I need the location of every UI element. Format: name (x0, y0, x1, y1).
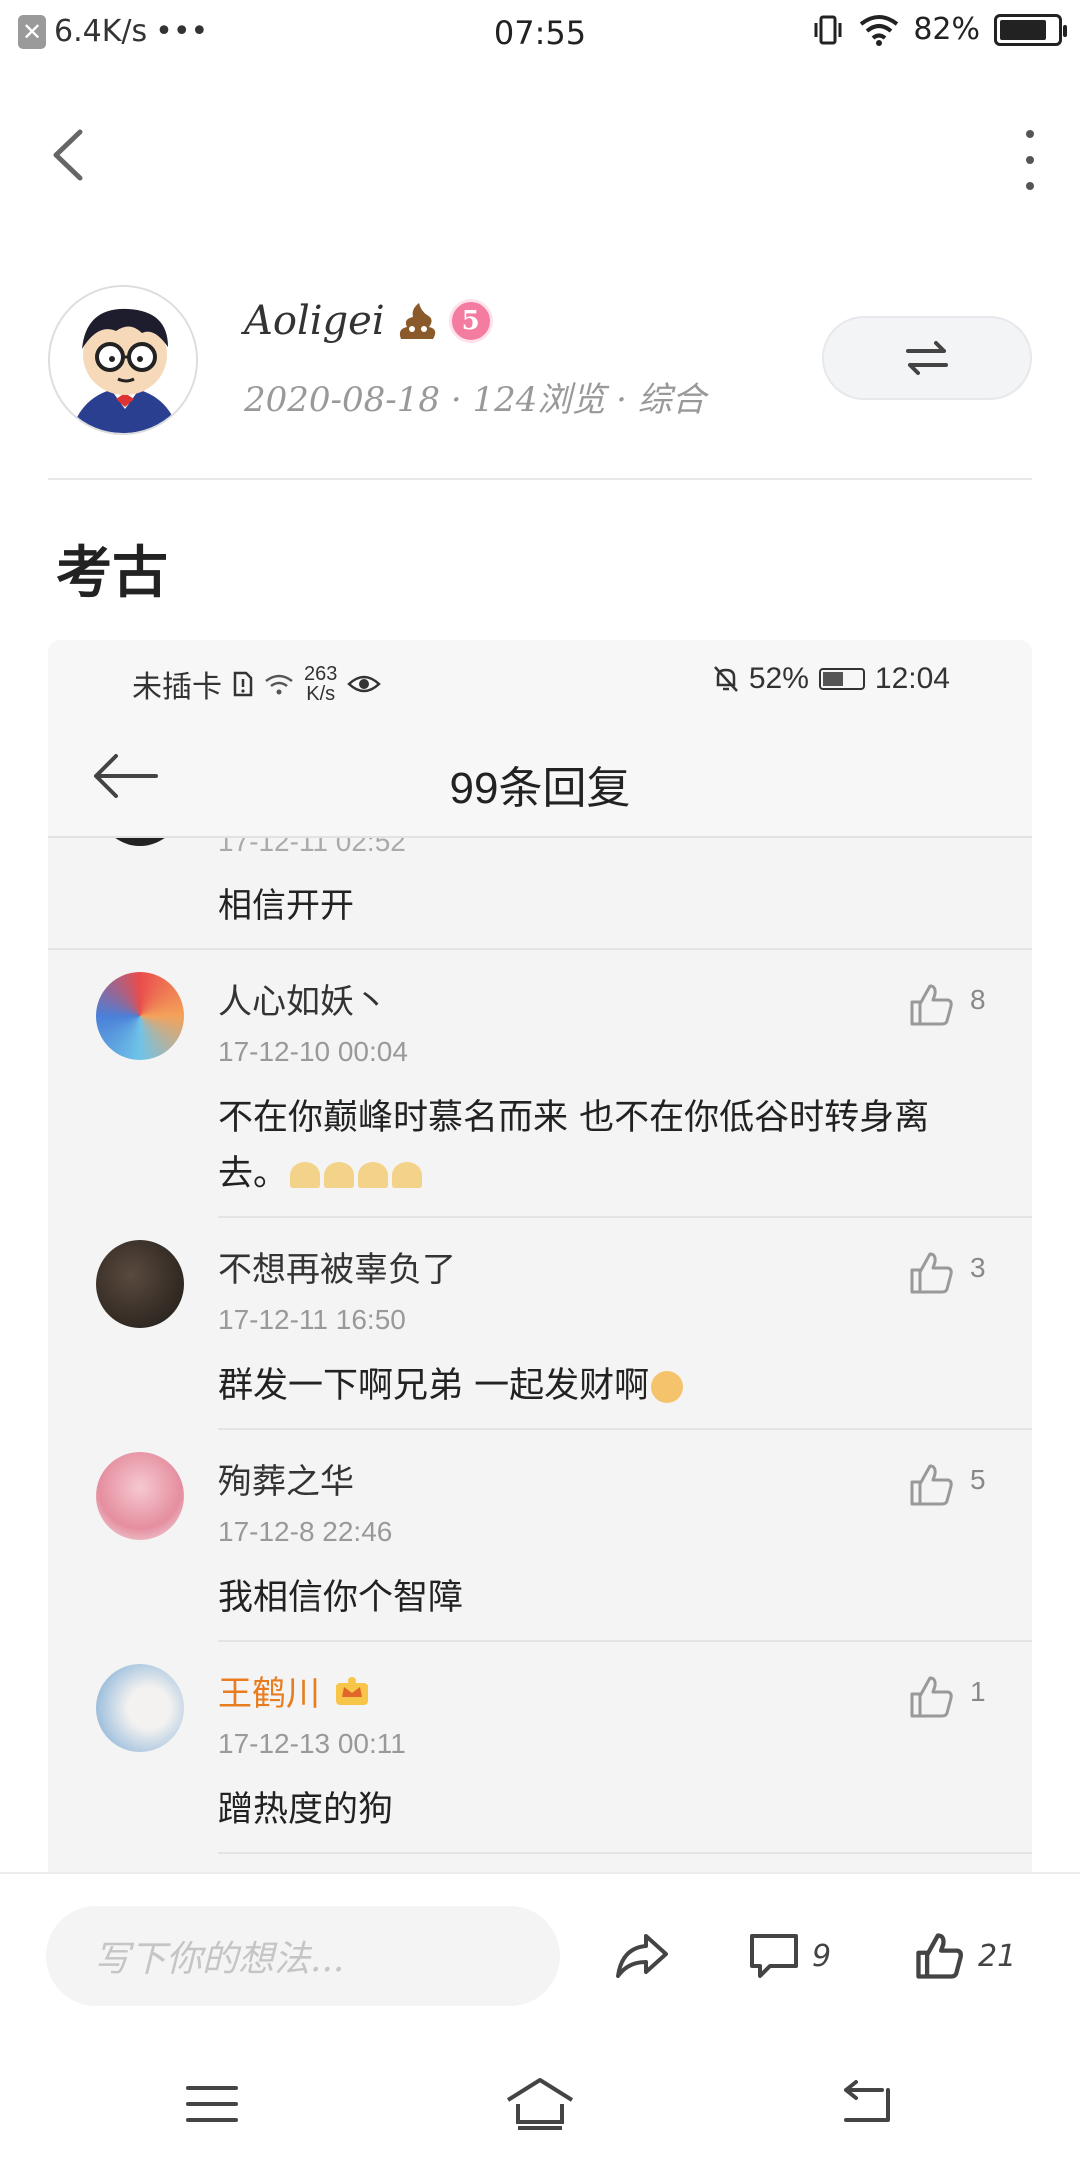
cartoon-avatar-icon (50, 287, 196, 433)
list-item: 人心如妖丶 17-12-10 00:04 不在你巅峰时慕名而来 也不在你低谷时转… (48, 950, 1032, 1218)
reply-text: 蹭热度的狗 (218, 1790, 394, 1830)
reply-text: 我相信你个智障 (218, 1578, 464, 1618)
share-arrow-icon (616, 1934, 668, 1978)
image-header: 99条回复 (48, 716, 1032, 838)
hands-emoji-icon (290, 1162, 321, 1188)
image-time: 12:04 (874, 662, 950, 695)
hands-emoji-icon (358, 1162, 389, 1188)
mute-bell-icon (713, 666, 738, 692)
like-count: 8 (970, 984, 986, 1015)
author-avatar[interactable] (48, 285, 198, 435)
reply-author: 不想再被辜负了 (218, 1250, 456, 1290)
avatar (96, 972, 184, 1060)
menu-icon[interactable] (182, 2074, 242, 2134)
image-status-bar: 未插卡 263 K/s 52% 12:04 (48, 640, 1032, 716)
avatar (96, 1664, 184, 1752)
hands-emoji-icon (392, 1162, 423, 1188)
wifi-icon (860, 14, 899, 46)
like-count: 3 (970, 1252, 986, 1283)
author-name-text: Aoligei (244, 298, 385, 344)
comment-count: 9 (812, 1938, 832, 1974)
reply-author: 人心如妖丶 (218, 982, 388, 1022)
sim-alert-icon (233, 671, 253, 697)
level-badge: 5 (448, 299, 493, 343)
comment-input[interactable]: 写下你的想法... (46, 1906, 560, 2006)
comment-bubble-icon (750, 1934, 798, 1978)
list-item: 不想再被辜负了 17-12-11 16:50 群发一下啊兄弟 一起发财啊 3 (48, 1218, 1032, 1430)
reply-text: 群发一下啊兄弟 一起发财啊 (218, 1358, 978, 1414)
reply-date: 17-12-10 00:04 (218, 1036, 408, 1067)
thumbs-up-icon (910, 984, 953, 1026)
thumbs-up-icon (910, 1464, 953, 1506)
thumbs-up-icon (910, 1252, 953, 1294)
swap-arrows-icon (906, 341, 948, 375)
divider (0, 1872, 1080, 1874)
reply-date: 17-12-11 16:50 (218, 1304, 406, 1335)
reply-author: 王鹤川 (218, 1666, 372, 1715)
like-count: 1 (970, 1676, 986, 1707)
reply-text: 相信开开 (218, 886, 354, 926)
avatar (96, 1452, 184, 1540)
image-header-title: 99条回复 (449, 764, 631, 813)
reply-date: 17-12-11 02:52 (218, 838, 406, 857)
thumbs-up-icon (916, 1933, 963, 1979)
switch-button[interactable] (822, 316, 1032, 400)
reply-date: 17-12-13 00:11 (218, 1728, 406, 1759)
comment-button[interactable]: 9 (748, 1924, 831, 1988)
reply-author: 殉葬之华 (218, 1462, 354, 1502)
list-item: 殉葬之华 17-12-8 22:46 我相信你个智障 5 (48, 1430, 1032, 1642)
post-meta: 2020-08-18 · 124浏览 · 综合 (244, 380, 706, 420)
back-button[interactable] (38, 120, 98, 190)
image-carrier: 未插卡 (132, 671, 222, 704)
divider (48, 478, 1032, 480)
like-count: 21 (978, 1938, 1017, 1974)
back-nav-icon[interactable] (838, 2074, 898, 2134)
status-bar: ✕ 6.4K/s ••• 07:55 82% (0, 0, 1080, 70)
like-button[interactable]: 21 (912, 1924, 1016, 1988)
poop-emoji-icon (399, 303, 435, 339)
share-button[interactable] (612, 1924, 672, 1988)
avatar (98, 838, 182, 846)
image-wifi-icon (265, 674, 293, 695)
author-name[interactable]: Aoligei 5 (244, 298, 493, 344)
vip-crown-icon (336, 1676, 368, 1705)
hands-emoji-icon (324, 1162, 355, 1188)
like-count: 5 (970, 1464, 986, 1495)
reply-list: 17-12-11 02:52 相信开开 人心如妖丶 17-12-10 00:04… (48, 838, 1032, 1872)
more-options-button[interactable] (1010, 130, 1050, 190)
home-icon[interactable] (504, 2074, 576, 2134)
system-nav-bar (0, 2040, 1080, 2160)
thumbs-up-icon (910, 1676, 953, 1718)
image-net-speed: 263 K/s (304, 663, 338, 705)
battery-icon (994, 13, 1067, 46)
avatar (96, 1240, 184, 1328)
vibrate-icon (814, 15, 842, 44)
battery-percent: 82% (913, 12, 980, 47)
reply-date: 17-12-8 22:46 (218, 1516, 393, 1547)
image-battery-percent: 52% (748, 662, 809, 695)
image-battery-icon (818, 668, 865, 690)
list-item: 王鹤川 17-12-13 00:11 蹭热度的狗 1 (48, 1642, 1032, 1854)
tongue-emoji-icon (651, 1371, 684, 1403)
eye-icon (347, 675, 382, 693)
list-item: 17-12-11 02:52 相信开开 (48, 838, 1032, 950)
reply-text: 不在你巅峰时慕名而来 也不在你低谷时转身离去。 (218, 1098, 930, 1194)
post-image[interactable]: 未插卡 263 K/s 52% 12:04 99条回复 17-12-11 02:… (48, 640, 1032, 1872)
post-title: 考古 (56, 540, 168, 606)
divider (218, 1852, 1032, 1854)
